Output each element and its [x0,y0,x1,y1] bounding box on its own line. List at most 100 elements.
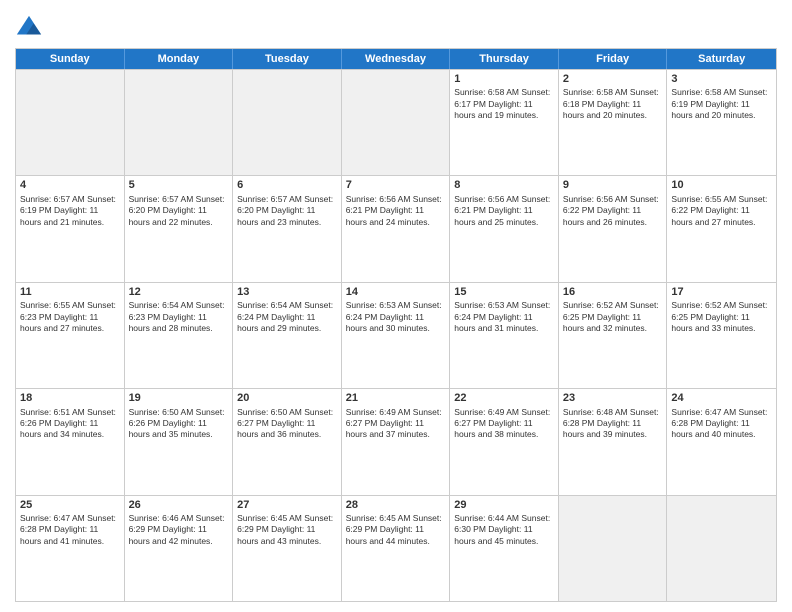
header-day-sunday: Sunday [16,49,125,69]
day-number: 22 [454,391,554,405]
calendar-cell [342,70,451,175]
page: SundayMondayTuesdayWednesdayThursdayFrid… [0,0,792,612]
day-info: Sunrise: 6:56 AM Sunset: 6:22 PM Dayligh… [563,194,663,228]
day-number: 10 [671,178,772,192]
day-info: Sunrise: 6:47 AM Sunset: 6:28 PM Dayligh… [20,513,120,547]
calendar-cell: 13Sunrise: 6:54 AM Sunset: 6:24 PM Dayli… [233,283,342,388]
calendar-cell: 10 Sunrise: 6:55 AM Sunset: 6:22 PM Dayli… [667,176,776,281]
calendar-cell: 7 Sunrise: 6:56 AM Sunset: 6:21 PM Daylig… [342,176,451,281]
calendar-cell: 6 Sunrise: 6:57 AM Sunset: 6:20 PM Daylig… [233,176,342,281]
day-number: 26 [129,498,229,512]
calendar-cell: 22 Sunrise: 6:49 AM Sunset: 6:27 PM Dayli… [450,389,559,494]
day-info: Sunrise: 6:55 AM Sunset: 6:23 PM Dayligh… [20,300,120,334]
day-info: Sunrise: 6:58 AM Sunset: 6:19 PM Dayligh… [671,87,772,121]
day-number: 25 [20,498,120,512]
day-number: 4 [20,178,120,192]
day-info: Sunrise: 6:56 AM Sunset: 6:21 PM Dayligh… [454,194,554,228]
day-number: 28 [346,498,446,512]
calendar-cell: 2Sunrise: 6:58 AM Sunset: 6:18 PM Daylig… [559,70,668,175]
day-number: 17 [671,285,772,299]
day-number: 23 [563,391,663,405]
header-day-wednesday: Wednesday [342,49,451,69]
calendar-cell: 19 Sunrise: 6:50 AM Sunset: 6:26 PM Dayli… [125,389,234,494]
calendar-cell [667,496,776,601]
day-number: 21 [346,391,446,405]
day-info: Sunrise: 6:57 AM Sunset: 6:20 PM Dayligh… [237,194,337,228]
calendar-cell: 14Sunrise: 6:53 AM Sunset: 6:24 PM Dayli… [342,283,451,388]
calendar-cell: 21Sunrise: 6:49 AM Sunset: 6:27 PM Dayli… [342,389,451,494]
calendar-row-2: 11Sunrise: 6:55 AM Sunset: 6:23 PM Dayli… [16,282,776,388]
calendar-header: SundayMondayTuesdayWednesdayThursdayFrid… [16,49,776,69]
day-info: Sunrise: 6:53 AM Sunset: 6:24 PM Dayligh… [454,300,554,334]
calendar-cell: 16Sunrise: 6:52 AM Sunset: 6:25 PM Dayli… [559,283,668,388]
calendar-cell: 17Sunrise: 6:52 AM Sunset: 6:25 PM Dayli… [667,283,776,388]
calendar-cell [559,496,668,601]
day-info: Sunrise: 6:57 AM Sunset: 6:20 PM Dayligh… [129,194,229,228]
day-info: Sunrise: 6:45 AM Sunset: 6:29 PM Dayligh… [237,513,337,547]
calendar-cell: 25Sunrise: 6:47 AM Sunset: 6:28 PM Dayli… [16,496,125,601]
day-info: Sunrise: 6:49 AM Sunset: 6:27 PM Dayligh… [454,407,554,441]
header [15,10,777,42]
calendar-cell: 5Sunrise: 6:57 AM Sunset: 6:20 PM Daylig… [125,176,234,281]
calendar-row-0: 1Sunrise: 6:58 AM Sunset: 6:17 PM Daylig… [16,69,776,175]
day-info: Sunrise: 6:56 AM Sunset: 6:21 PM Dayligh… [346,194,446,228]
header-day-tuesday: Tuesday [233,49,342,69]
day-info: Sunrise: 6:53 AM Sunset: 6:24 PM Dayligh… [346,300,446,334]
day-info: Sunrise: 6:54 AM Sunset: 6:24 PM Dayligh… [237,300,337,334]
day-info: Sunrise: 6:52 AM Sunset: 6:25 PM Dayligh… [563,300,663,334]
calendar-cell: 4 Sunrise: 6:57 AM Sunset: 6:19 PM Daylig… [16,176,125,281]
day-info: Sunrise: 6:46 AM Sunset: 6:29 PM Dayligh… [129,513,229,547]
calendar-cell: 28Sunrise: 6:45 AM Sunset: 6:29 PM Dayli… [342,496,451,601]
day-info: Sunrise: 6:50 AM Sunset: 6:26 PM Dayligh… [129,407,229,441]
day-number: 12 [129,285,229,299]
calendar-cell: 3Sunrise: 6:58 AM Sunset: 6:19 PM Daylig… [667,70,776,175]
calendar-cell [233,70,342,175]
logo-icon [15,14,43,42]
header-day-monday: Monday [125,49,234,69]
day-info: Sunrise: 6:54 AM Sunset: 6:23 PM Dayligh… [129,300,229,334]
calendar-cell: 27Sunrise: 6:45 AM Sunset: 6:29 PM Dayli… [233,496,342,601]
day-info: Sunrise: 6:48 AM Sunset: 6:28 PM Dayligh… [563,407,663,441]
day-info: Sunrise: 6:47 AM Sunset: 6:28 PM Dayligh… [671,407,772,441]
day-info: Sunrise: 6:55 AM Sunset: 6:22 PM Dayligh… [671,194,772,228]
calendar-cell: 12Sunrise: 6:54 AM Sunset: 6:23 PM Dayli… [125,283,234,388]
day-number: 16 [563,285,663,299]
day-info: Sunrise: 6:58 AM Sunset: 6:17 PM Dayligh… [454,87,554,121]
calendar-body: 1Sunrise: 6:58 AM Sunset: 6:17 PM Daylig… [16,69,776,601]
day-number: 24 [671,391,772,405]
day-number: 8 [454,178,554,192]
calendar-cell: 1Sunrise: 6:58 AM Sunset: 6:17 PM Daylig… [450,70,559,175]
header-day-saturday: Saturday [667,49,776,69]
calendar-cell: 20 Sunrise: 6:50 AM Sunset: 6:27 PM Dayli… [233,389,342,494]
calendar-cell: 23 Sunrise: 6:48 AM Sunset: 6:28 PM Dayli… [559,389,668,494]
calendar-cell [16,70,125,175]
day-number: 14 [346,285,446,299]
day-number: 1 [454,72,554,86]
day-number: 9 [563,178,663,192]
day-number: 27 [237,498,337,512]
day-number: 6 [237,178,337,192]
day-info: Sunrise: 6:57 AM Sunset: 6:19 PM Dayligh… [20,194,120,228]
calendar-cell: 11Sunrise: 6:55 AM Sunset: 6:23 PM Dayli… [16,283,125,388]
day-number: 2 [563,72,663,86]
day-info: Sunrise: 6:45 AM Sunset: 6:29 PM Dayligh… [346,513,446,547]
day-info: Sunrise: 6:44 AM Sunset: 6:30 PM Dayligh… [454,513,554,547]
calendar-row-1: 4 Sunrise: 6:57 AM Sunset: 6:19 PM Daylig… [16,175,776,281]
calendar: SundayMondayTuesdayWednesdayThursdayFrid… [15,48,777,602]
day-number: 18 [20,391,120,405]
calendar-cell: 9 Sunrise: 6:56 AM Sunset: 6:22 PM Daylig… [559,176,668,281]
day-info: Sunrise: 6:58 AM Sunset: 6:18 PM Dayligh… [563,87,663,121]
calendar-row-4: 25Sunrise: 6:47 AM Sunset: 6:28 PM Dayli… [16,495,776,601]
calendar-row-3: 18Sunrise: 6:51 AM Sunset: 6:26 PM Dayli… [16,388,776,494]
day-info: Sunrise: 6:50 AM Sunset: 6:27 PM Dayligh… [237,407,337,441]
day-number: 11 [20,285,120,299]
day-number: 7 [346,178,446,192]
day-number: 29 [454,498,554,512]
calendar-cell: 18Sunrise: 6:51 AM Sunset: 6:26 PM Dayli… [16,389,125,494]
calendar-cell: 26Sunrise: 6:46 AM Sunset: 6:29 PM Dayli… [125,496,234,601]
header-day-friday: Friday [559,49,668,69]
day-number: 19 [129,391,229,405]
day-number: 13 [237,285,337,299]
day-number: 20 [237,391,337,405]
day-number: 3 [671,72,772,86]
